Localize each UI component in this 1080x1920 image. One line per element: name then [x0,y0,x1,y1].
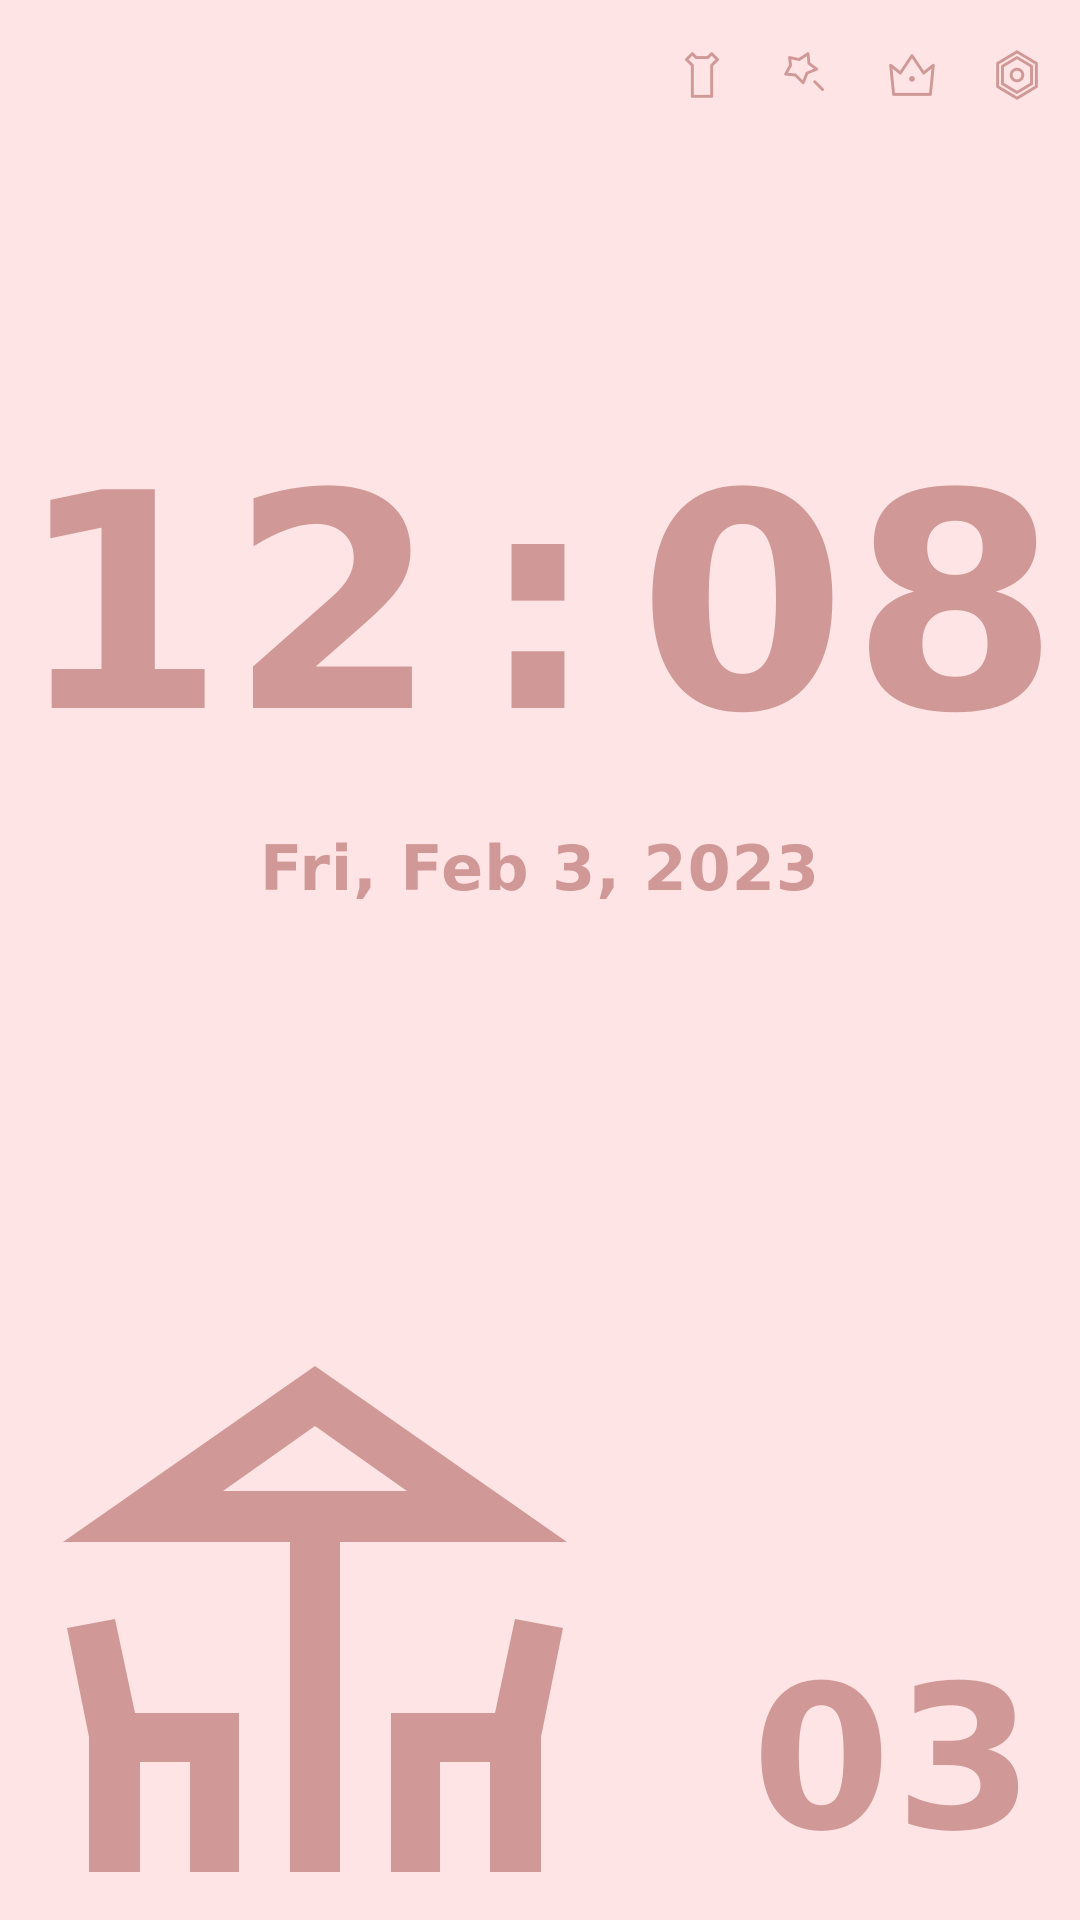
clock-date: Fri, Feb 3, 2023 [259,832,821,905]
top-toolbar [0,40,1080,110]
clock-minutes: 08 [637,430,1064,779]
clock-separator: : [478,430,602,779]
settings-hexagon-icon[interactable] [982,40,1052,110]
crown-icon[interactable] [877,40,947,110]
clock-time: 12 : 08 [0,455,1080,755]
sparkle-icon[interactable] [772,40,842,110]
clock-seconds: 03 [751,1643,1038,1876]
tshirt-icon[interactable] [667,40,737,110]
table-umbrella-chairs-icon [55,1360,575,1880]
clock-hours: 12 [16,430,442,779]
